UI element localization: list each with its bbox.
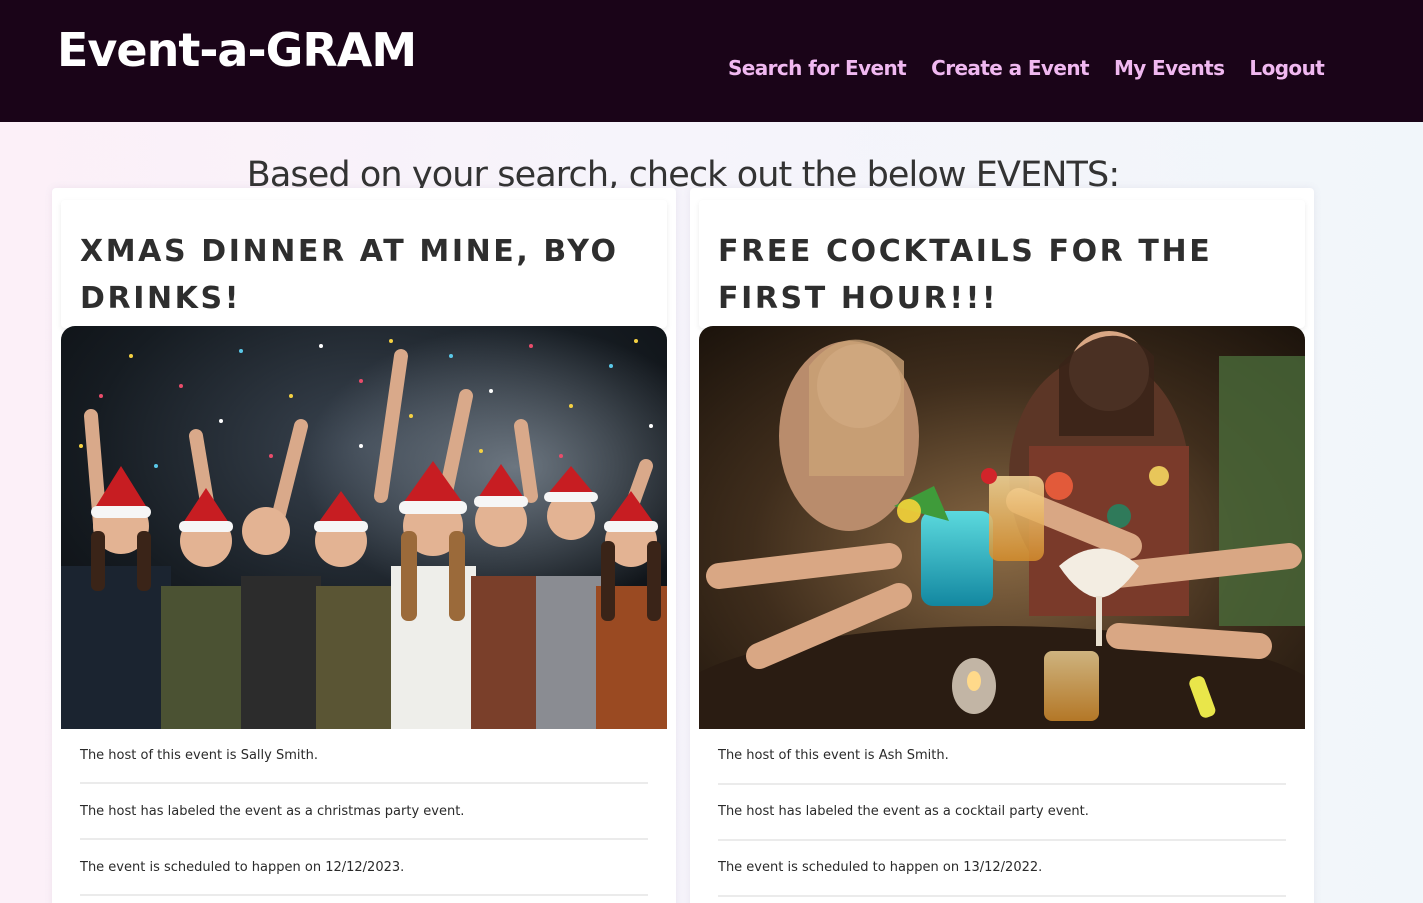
nav-link-create-event[interactable]: Create a Event (931, 52, 1089, 84)
event-title: XMAS DINNER AT MINE, BYO DRINKS! (80, 234, 619, 316)
event-host-text: The host of this event is Ash Smith. (718, 748, 949, 763)
nav-link-my-events[interactable]: My Events (1114, 52, 1225, 84)
event-title: FREE COCKTAILS FOR THE FIRST HOUR!!! (718, 234, 1213, 316)
divider (718, 783, 1286, 785)
divider (80, 782, 648, 784)
nav-link-search-for-event[interactable]: Search for Event (728, 52, 907, 84)
nav-link-logout[interactable]: Logout (1249, 52, 1324, 84)
divider (718, 895, 1286, 897)
event-card-header: XMAS DINNER AT MINE, BYO DRINKS! (61, 200, 667, 328)
event-date-text: The event is scheduled to happen on 13/1… (718, 860, 1043, 875)
event-card: XMAS DINNER AT MINE, BYO DRINKS! The hos… (52, 188, 676, 903)
cocktail-toast-photo (699, 326, 1305, 729)
top-navbar: Event-a-GRAM Search for Event Create a E… (0, 0, 1423, 122)
christmas-party-photo (61, 326, 667, 729)
divider (80, 838, 648, 840)
nav-links: Search for Event Create a Event My Event… (728, 52, 1325, 84)
event-host-text: The host of this event is Sally Smith. (80, 748, 318, 763)
event-label-text: The host has labeled the event as a chri… (80, 804, 465, 819)
event-card-header: FREE COCKTAILS FOR THE FIRST HOUR!!! (699, 200, 1305, 328)
event-date-text: The event is scheduled to happen on 12/1… (80, 860, 405, 875)
event-card: FREE COCKTAILS FOR THE FIRST HOUR!!! The… (690, 188, 1314, 903)
brand-logo[interactable]: Event-a-GRAM (57, 20, 417, 80)
event-label-text: The host has labeled the event as a cock… (718, 804, 1089, 819)
divider (718, 839, 1286, 841)
divider (80, 894, 648, 896)
